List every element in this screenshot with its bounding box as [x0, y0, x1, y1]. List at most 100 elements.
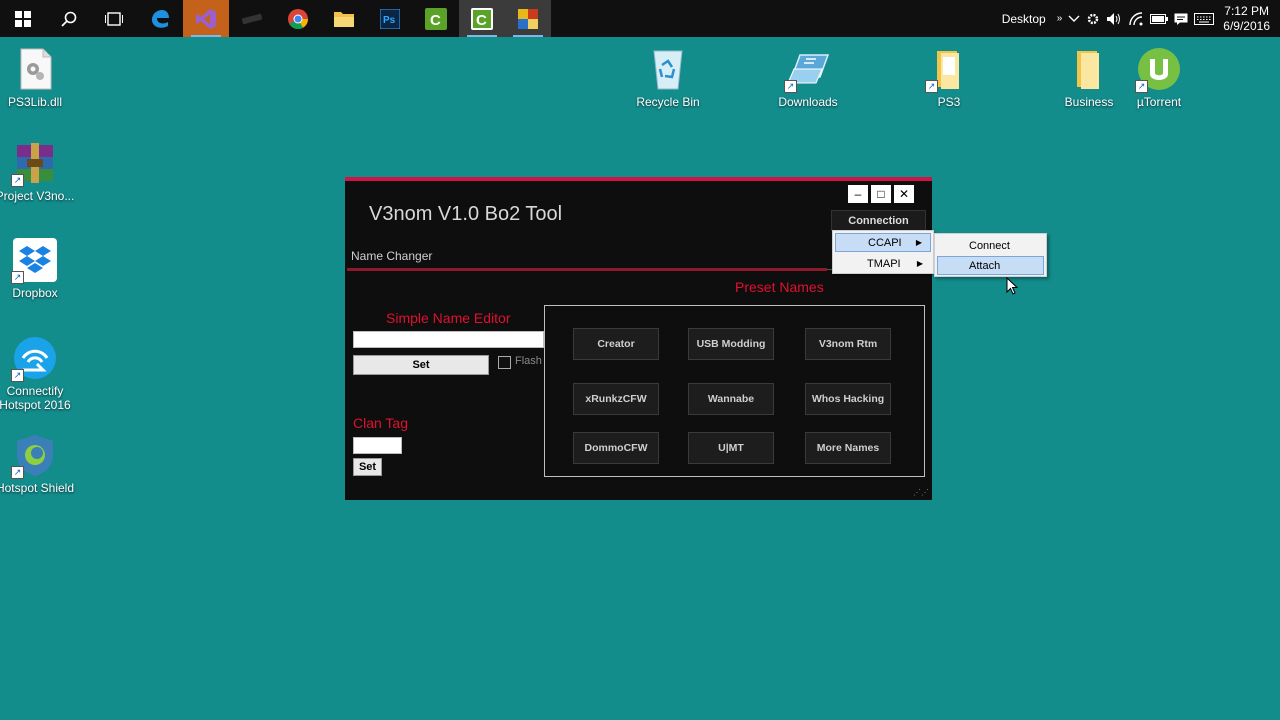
clan-tag-heading: Clan Tag: [353, 415, 409, 431]
app-tile-icon[interactable]: [505, 0, 551, 37]
desktop-icon-ps3[interactable]: ↗ PS3: [909, 47, 989, 109]
desktop-icon-label: PS3Lib.dll: [7, 95, 63, 109]
shortcut-arrow-icon: ↗: [1135, 80, 1148, 93]
desktop-icon-ps3lib[interactable]: PS3Lib.dll: [0, 47, 75, 109]
desktop-icon-label: Business: [1064, 95, 1114, 109]
desktop-icon-recycle-bin[interactable]: Recycle Bin: [628, 47, 708, 109]
task-view-icon[interactable]: [91, 0, 137, 37]
clock-date: 6/9/2016: [1223, 18, 1270, 33]
connection-menu: CCAPI ▶ TMAPI ▶: [832, 230, 934, 274]
connectify-icon: ↗: [11, 336, 57, 382]
shortcut-arrow-icon: ↗: [11, 466, 24, 479]
preset-button-usb-modding[interactable]: USB Modding: [688, 328, 774, 360]
desktop-toolbar-label[interactable]: Desktop: [999, 0, 1054, 37]
set-clan-tag-button[interactable]: Set: [353, 458, 382, 476]
clan-tag-input[interactable]: [353, 437, 402, 454]
close-button[interactable]: ✕: [894, 185, 914, 203]
desktop-icon-label: Hotspot Shield: [0, 481, 75, 495]
desktop-icon-label: µTorrent: [1136, 95, 1182, 109]
shortcut-arrow-icon: ↗: [11, 174, 24, 187]
desktop-icon-label: PS3: [937, 95, 961, 109]
taskbar: Ps C C Desktop » 7:12 PM 6/9/2016: [0, 0, 1280, 37]
menu-item-label: TMAPI: [867, 257, 901, 270]
shortcut-arrow-icon: ↗: [11, 271, 24, 284]
volume-icon[interactable]: [1103, 0, 1125, 37]
battery-icon[interactable]: [1147, 0, 1171, 37]
menu-item-connect[interactable]: Connect: [937, 236, 1044, 255]
shortcut-arrow-icon: ↗: [925, 80, 938, 93]
connection-button[interactable]: Connection: [831, 210, 926, 231]
window-title: V3nom V1.0 Bo2 Tool: [369, 203, 563, 225]
desktop-icon-utorrent[interactable]: ↗ µTorrent: [1119, 47, 1199, 109]
recycle-bin-icon: [646, 47, 690, 91]
folder-icon: ↗: [925, 47, 971, 93]
tab-name-changer[interactable]: Name Changer: [351, 249, 432, 263]
system-tray: Desktop » 7:12 PM 6/9/2016: [999, 0, 1280, 37]
edge-icon[interactable]: [137, 0, 183, 37]
shortcut-arrow-icon: ↗: [784, 80, 797, 93]
name-input[interactable]: [353, 331, 544, 348]
maximize-button[interactable]: □: [871, 185, 891, 203]
app-window: V3nom V1.0 Bo2 Tool – □ ✕ Connection Nam…: [345, 177, 932, 500]
svg-text:Ps: Ps: [383, 15, 396, 26]
preset-button-dommocfw[interactable]: DommoCFW: [573, 432, 659, 464]
file-explorer-icon[interactable]: [321, 0, 367, 37]
search-icon[interactable]: [46, 0, 92, 37]
desktop-icon-label: Connectify Hotspot 2016: [0, 384, 71, 412]
desktop-icon-dropbox[interactable]: ↗ Dropbox: [0, 238, 75, 300]
desktop-icon-business[interactable]: Business: [1049, 47, 1129, 109]
preset-button-creator[interactable]: Creator: [573, 328, 659, 360]
chevron-down-icon[interactable]: [1065, 0, 1083, 37]
preset-button-whos-hacking[interactable]: Whos Hacking: [805, 383, 891, 415]
preset-button-wannabe[interactable]: Wannabe: [688, 383, 774, 415]
camtasia-recorder-icon[interactable]: C: [459, 0, 505, 37]
desktop-icon-label: Recycle Bin: [636, 95, 700, 109]
flash-label: Flash: [515, 355, 542, 367]
clock[interactable]: 7:12 PM 6/9/2016: [1217, 4, 1280, 34]
chevron-double-right-icon[interactable]: »: [1054, 0, 1066, 37]
wifi-icon[interactable]: [1125, 0, 1147, 37]
app-icon[interactable]: [229, 0, 275, 37]
start-icon[interactable]: [0, 0, 46, 37]
preset-names-panel: Creator USB Modding V3nom Rtm xRunkzCFW …: [544, 305, 925, 477]
chrome-icon[interactable]: [275, 0, 321, 37]
submenu-arrow-icon: ▶: [916, 259, 923, 268]
utorrent-icon: ↗: [1135, 47, 1181, 93]
preset-names-heading: Preset Names: [735, 279, 824, 295]
desktop-icon-connectify[interactable]: ↗ Connectify Hotspot 2016: [0, 336, 75, 412]
winrar-archive-icon: ↗: [11, 141, 57, 187]
flash-checkbox[interactable]: [498, 356, 511, 369]
svg-text:C: C: [476, 12, 487, 29]
submenu-arrow-icon: ▶: [915, 238, 922, 247]
menu-item-tmapi[interactable]: TMAPI ▶: [835, 254, 931, 273]
visual-studio-icon[interactable]: [183, 0, 229, 37]
desktop-icon-project[interactable]: ↗ Project V3no...: [0, 141, 75, 203]
preset-button-v3nom-rtm[interactable]: V3nom Rtm: [805, 328, 891, 360]
dll-file-icon: [13, 47, 57, 91]
simple-name-editor-heading: Simple Name Editor: [386, 310, 511, 326]
notification-icon[interactable]: [1171, 0, 1191, 37]
menu-item-attach[interactable]: Attach: [937, 256, 1044, 275]
desktop-icon-label: Dropbox: [12, 286, 58, 300]
camtasia-icon[interactable]: C: [413, 0, 459, 37]
menu-item-label: CCAPI: [868, 236, 902, 249]
folder-icon: [1067, 47, 1111, 91]
preset-button-more-names[interactable]: More Names: [805, 432, 891, 464]
settings-icon[interactable]: [1083, 0, 1103, 37]
resize-grip-icon[interactable]: ⋰⋰: [913, 488, 929, 497]
downloads-folder-icon: ↗: [784, 47, 830, 93]
menu-item-ccapi[interactable]: CCAPI ▶: [835, 233, 931, 252]
preset-button-umt[interactable]: U|MT: [688, 432, 774, 464]
clock-time: 7:12 PM: [1224, 3, 1269, 18]
set-name-button[interactable]: Set: [353, 355, 489, 375]
desktop-icon-label: Downloads: [778, 95, 838, 109]
minimize-button[interactable]: –: [848, 185, 868, 203]
photoshop-icon[interactable]: Ps: [367, 0, 413, 37]
mouse-cursor-icon: [1006, 276, 1019, 300]
desktop-icon-hotspot-shield[interactable]: ↗ Hotspot Shield: [0, 433, 75, 495]
desktop-icon-downloads[interactable]: ↗ Downloads: [768, 47, 848, 109]
ccapi-submenu: Connect Attach: [934, 233, 1047, 277]
preset-button-xrunkzcfw[interactable]: xRunkzCFW: [573, 383, 659, 415]
shortcut-arrow-icon: ↗: [11, 369, 24, 382]
keyboard-icon[interactable]: [1191, 0, 1217, 37]
